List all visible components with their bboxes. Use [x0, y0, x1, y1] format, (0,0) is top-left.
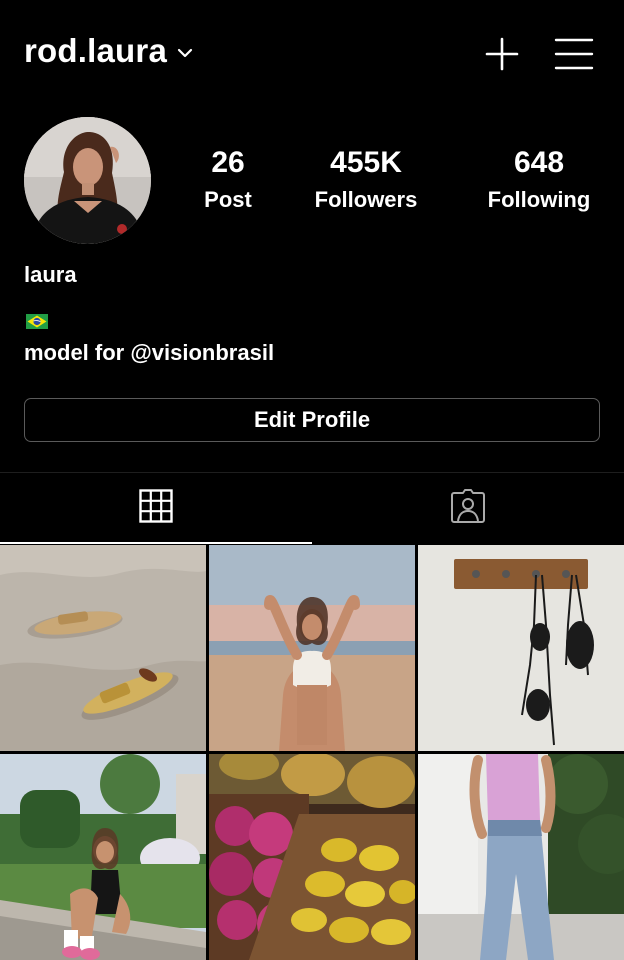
edit-profile-label: Edit Profile: [253, 407, 371, 432]
top-bar: rod.laura: [0, 0, 624, 110]
plus-icon[interactable]: [484, 36, 520, 72]
tagged-person-icon: [450, 488, 486, 529]
posts-count: 26: [211, 146, 245, 179]
display-name: laura: [24, 262, 77, 287]
post-thumbnail-1[interactable]: [0, 545, 206, 751]
edit-profile-button[interactable]: Edit Profile: [24, 398, 600, 442]
post-thumbnail-5[interactable]: [209, 754, 415, 960]
brazil-flag-icon: [26, 314, 48, 329]
account-switcher[interactable]: rod.laura: [24, 32, 193, 70]
username-label: rod.laura: [24, 32, 168, 69]
stat-following[interactable]: 648 Following: [472, 145, 606, 217]
profile-avatar[interactable]: [24, 117, 151, 244]
stat-posts[interactable]: 26 Post: [196, 145, 260, 217]
post-thumbnail-6[interactable]: [418, 754, 624, 960]
chevron-down-icon: [177, 48, 193, 58]
stat-followers[interactable]: 455K Followers: [300, 145, 432, 217]
followers-label: Followers: [314, 187, 418, 212]
post-thumbnail-3[interactable]: [418, 545, 624, 751]
followers-count: 455K: [330, 146, 402, 179]
following-count: 648: [513, 146, 565, 179]
hamburger-menu-icon[interactable]: [554, 36, 594, 72]
tab-tagged[interactable]: [312, 473, 624, 543]
post-thumbnail-4[interactable]: [0, 754, 206, 960]
active-tab-indicator: [0, 542, 312, 544]
bio-text: model for @visionbrasil: [24, 340, 275, 365]
post-thumbnail-2[interactable]: [209, 545, 415, 751]
tab-posts-grid[interactable]: [0, 473, 312, 543]
posts-label: Post: [204, 187, 252, 212]
following-label: Following: [487, 187, 591, 212]
grid-icon: [139, 488, 173, 528]
